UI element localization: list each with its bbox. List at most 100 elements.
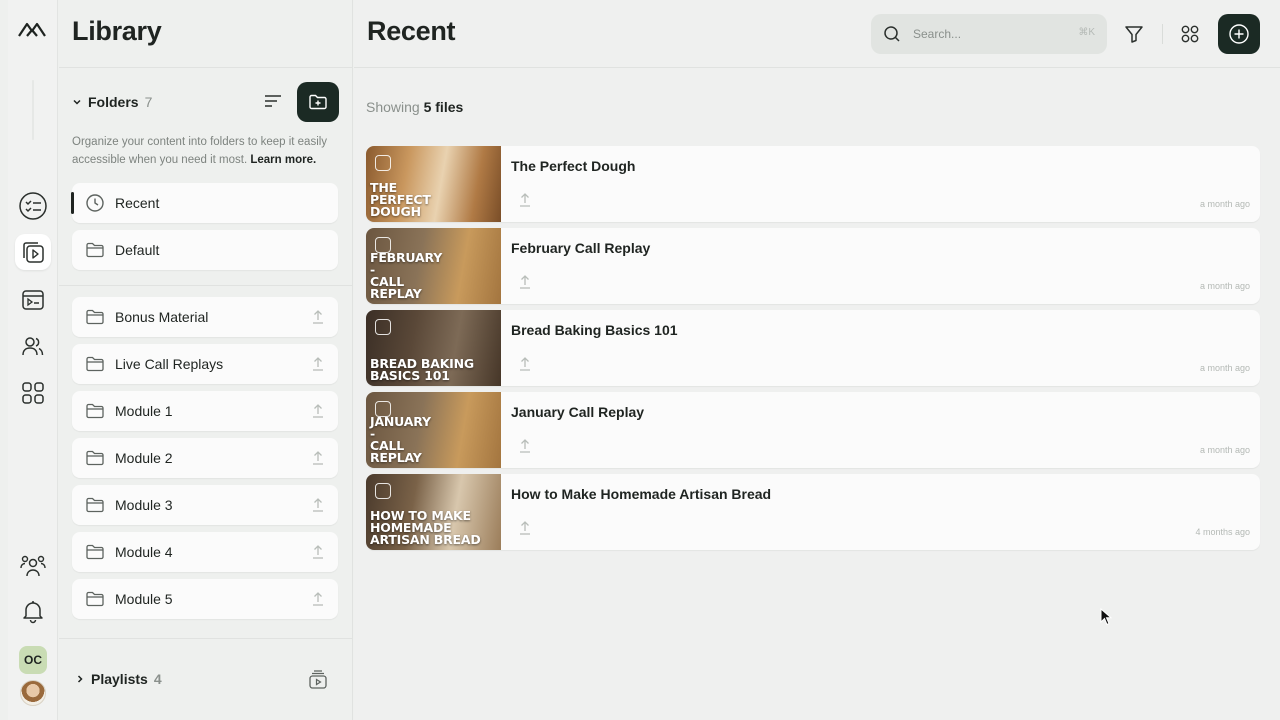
community-icon	[20, 555, 46, 577]
file-timestamp: a month ago	[1199, 199, 1250, 209]
folder-icon	[86, 309, 104, 325]
search-shortcut: ⌘K	[1078, 27, 1095, 38]
folders-label: Folders	[88, 94, 139, 110]
learn-more-link[interactable]: Learn more.	[250, 154, 316, 166]
folder-item-recent[interactable]: Recent	[71, 183, 338, 223]
filter-button[interactable]	[1120, 20, 1148, 48]
rail-player-button[interactable]	[15, 282, 51, 318]
video-thumbnail[interactable]: FEBRUARY - CALL REPLAY	[366, 228, 501, 304]
player-icon	[22, 290, 44, 310]
thumbnail-text: BREAD BAKING BASICS 101	[370, 356, 474, 383]
clock-icon	[86, 194, 104, 212]
folder-label: Recent	[115, 195, 160, 211]
user-avatar[interactable]	[20, 680, 46, 706]
upload-icon[interactable]	[310, 497, 326, 513]
upload-icon[interactable]	[310, 356, 326, 372]
files-count-label: Showing 5 files	[366, 99, 463, 115]
folder-item[interactable]: Module 3	[72, 485, 338, 525]
folder-label: Module 4	[115, 544, 173, 560]
upload-icon[interactable]	[310, 450, 326, 466]
folder-label: Default	[115, 242, 160, 258]
playlists-toggle[interactable]: Playlists 4	[75, 671, 162, 687]
folder-label: Module 5	[115, 591, 173, 607]
folder-item[interactable]: Module 1	[72, 391, 338, 431]
playlists-label: Playlists	[91, 671, 148, 687]
file-row[interactable]: HOW TO MAKE HOMEMADE ARTISAN BREAD How to…	[366, 474, 1260, 550]
rail-divider	[32, 80, 34, 140]
search-box[interactable]: ⌘K	[871, 14, 1107, 54]
folder-item[interactable]: Live Call Replays	[72, 344, 338, 384]
file-row[interactable]: FEBRUARY - CALL REPLAY February Call Repl…	[366, 228, 1260, 304]
folder-icon	[86, 403, 104, 419]
upload-icon[interactable]	[310, 309, 326, 325]
showing-prefix: Showing	[366, 99, 420, 115]
folder-icon	[86, 356, 104, 372]
add-content-button[interactable]	[1218, 14, 1260, 54]
sort-button[interactable]	[262, 90, 284, 112]
folder-label: Bonus Material	[115, 309, 209, 325]
rail-people-button[interactable]	[15, 328, 51, 364]
folder-item-default[interactable]: Default	[72, 230, 338, 270]
mouse-cursor-icon	[1100, 608, 1112, 626]
divider	[59, 638, 353, 639]
plus-circle-icon	[1229, 24, 1249, 44]
folder-label: Module 3	[115, 497, 173, 513]
file-title[interactable]: How to Make Homemade Artisan Bread	[511, 486, 771, 502]
thumbnail-text: FEBRUARY - CALL REPLAY	[370, 250, 443, 301]
upload-icon[interactable]	[310, 403, 326, 419]
upload-icon[interactable]	[518, 192, 532, 208]
select-checkbox[interactable]	[375, 319, 391, 335]
add-playlist-icon[interactable]	[307, 669, 329, 691]
video-thumbnail[interactable]: HOW TO MAKE HOMEMADE ARTISAN BREAD	[366, 474, 501, 550]
select-checkbox[interactable]	[375, 483, 391, 499]
grid-view-button[interactable]	[1176, 20, 1204, 48]
workspace-avatar[interactable]: OC	[19, 646, 47, 674]
rail-notifications-button[interactable]	[15, 593, 51, 629]
divider	[59, 285, 353, 286]
upload-icon[interactable]	[518, 520, 532, 536]
search-input[interactable]	[913, 24, 1063, 44]
select-checkbox[interactable]	[375, 155, 391, 171]
logo-icon[interactable]	[17, 16, 47, 40]
upload-icon[interactable]	[310, 544, 326, 560]
playlists-count: 4	[153, 671, 162, 687]
file-row[interactable]: THE PERFECT DOUGH The Perfect Dough a mont…	[366, 146, 1260, 222]
file-title[interactable]: January Call Replay	[511, 404, 644, 420]
library-sidebar: Library Folders 7 Organize your content …	[59, 0, 353, 720]
rail-apps-button[interactable]	[15, 375, 51, 411]
rail-library-button[interactable]	[15, 234, 51, 270]
main-panel: Recent ⌘K Showing 5 files THE PERFECT	[354, 0, 1280, 720]
showing-count: 5 files	[423, 99, 464, 115]
chevron-right-icon	[77, 675, 83, 683]
file-title[interactable]: February Call Replay	[511, 240, 650, 256]
video-thumbnail[interactable]: JANUARY - CALL REPLAY	[366, 392, 501, 468]
folder-item[interactable]: Module 5	[72, 579, 338, 619]
file-title[interactable]: The Perfect Dough	[511, 158, 635, 174]
folder-icon	[86, 242, 104, 258]
rail-community-button[interactable]	[15, 548, 51, 584]
rail-checklist-button[interactable]	[15, 188, 51, 224]
file-row[interactable]: BREAD BAKING BASICS 101 Bread Baking Basi…	[366, 310, 1260, 386]
folders-toggle[interactable]: Folders 7	[72, 94, 152, 110]
folder-item[interactable]: Module 2	[72, 438, 338, 478]
video-thumbnail[interactable]: BREAD BAKING BASICS 101	[366, 310, 501, 386]
video-thumbnail[interactable]: THE PERFECT DOUGH	[366, 146, 501, 222]
people-icon	[22, 337, 44, 356]
thumbnail-text: HOW TO MAKE HOMEMADE ARTISAN BREAD	[370, 508, 481, 547]
upload-icon[interactable]	[518, 274, 532, 290]
app-rail: OC	[8, 0, 58, 720]
file-title[interactable]: Bread Baking Basics 101	[511, 322, 678, 338]
folder-icon	[86, 450, 104, 466]
toolbar-divider	[1162, 24, 1163, 44]
folder-item[interactable]: Bonus Material	[72, 297, 338, 337]
new-folder-button[interactable]	[297, 82, 339, 122]
folder-plus-icon	[309, 94, 327, 110]
upload-icon[interactable]	[518, 356, 532, 372]
thumbnail-text: JANUARY - CALL REPLAY	[370, 414, 431, 465]
folder-icon	[86, 591, 104, 607]
file-timestamp: a month ago	[1199, 363, 1250, 373]
upload-icon[interactable]	[310, 591, 326, 607]
file-row[interactable]: JANUARY - CALL REPLAY January Call Replay…	[366, 392, 1260, 468]
folder-item[interactable]: Module 4	[72, 532, 338, 572]
upload-icon[interactable]	[518, 438, 532, 454]
